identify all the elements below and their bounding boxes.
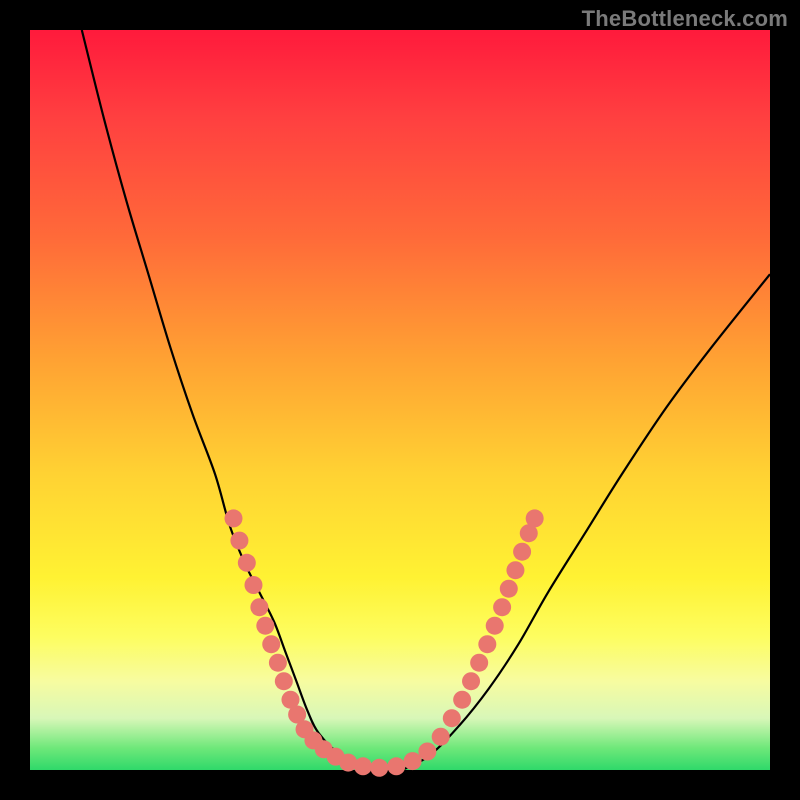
data-marker <box>500 580 518 598</box>
data-marker <box>225 509 243 527</box>
data-marker <box>404 752 422 770</box>
data-marker <box>526 509 544 527</box>
chart-svg <box>30 30 770 770</box>
chart-frame: TheBottleneck.com <box>0 0 800 800</box>
data-marker <box>238 554 256 572</box>
data-marker <box>256 617 274 635</box>
watermark-text: TheBottleneck.com <box>582 6 788 32</box>
data-marker <box>470 654 488 672</box>
data-marker <box>506 561 524 579</box>
data-marker <box>513 543 531 561</box>
data-marker <box>370 759 388 777</box>
data-marker <box>443 709 461 727</box>
data-marker <box>387 757 405 775</box>
data-marker <box>432 728 450 746</box>
data-marker <box>493 598 511 616</box>
data-marker <box>354 757 372 775</box>
data-marker <box>486 617 504 635</box>
bottleneck-curve <box>82 30 770 772</box>
data-marker <box>250 598 268 616</box>
data-marker <box>275 672 293 690</box>
data-marker <box>262 635 280 653</box>
data-marker <box>453 691 471 709</box>
data-marker <box>244 576 262 594</box>
data-marker <box>230 532 248 550</box>
data-marker <box>269 654 287 672</box>
data-marker <box>478 635 496 653</box>
data-marker <box>462 672 480 690</box>
data-marker <box>418 743 436 761</box>
marker-layer <box>225 509 544 776</box>
plot-area <box>30 30 770 770</box>
